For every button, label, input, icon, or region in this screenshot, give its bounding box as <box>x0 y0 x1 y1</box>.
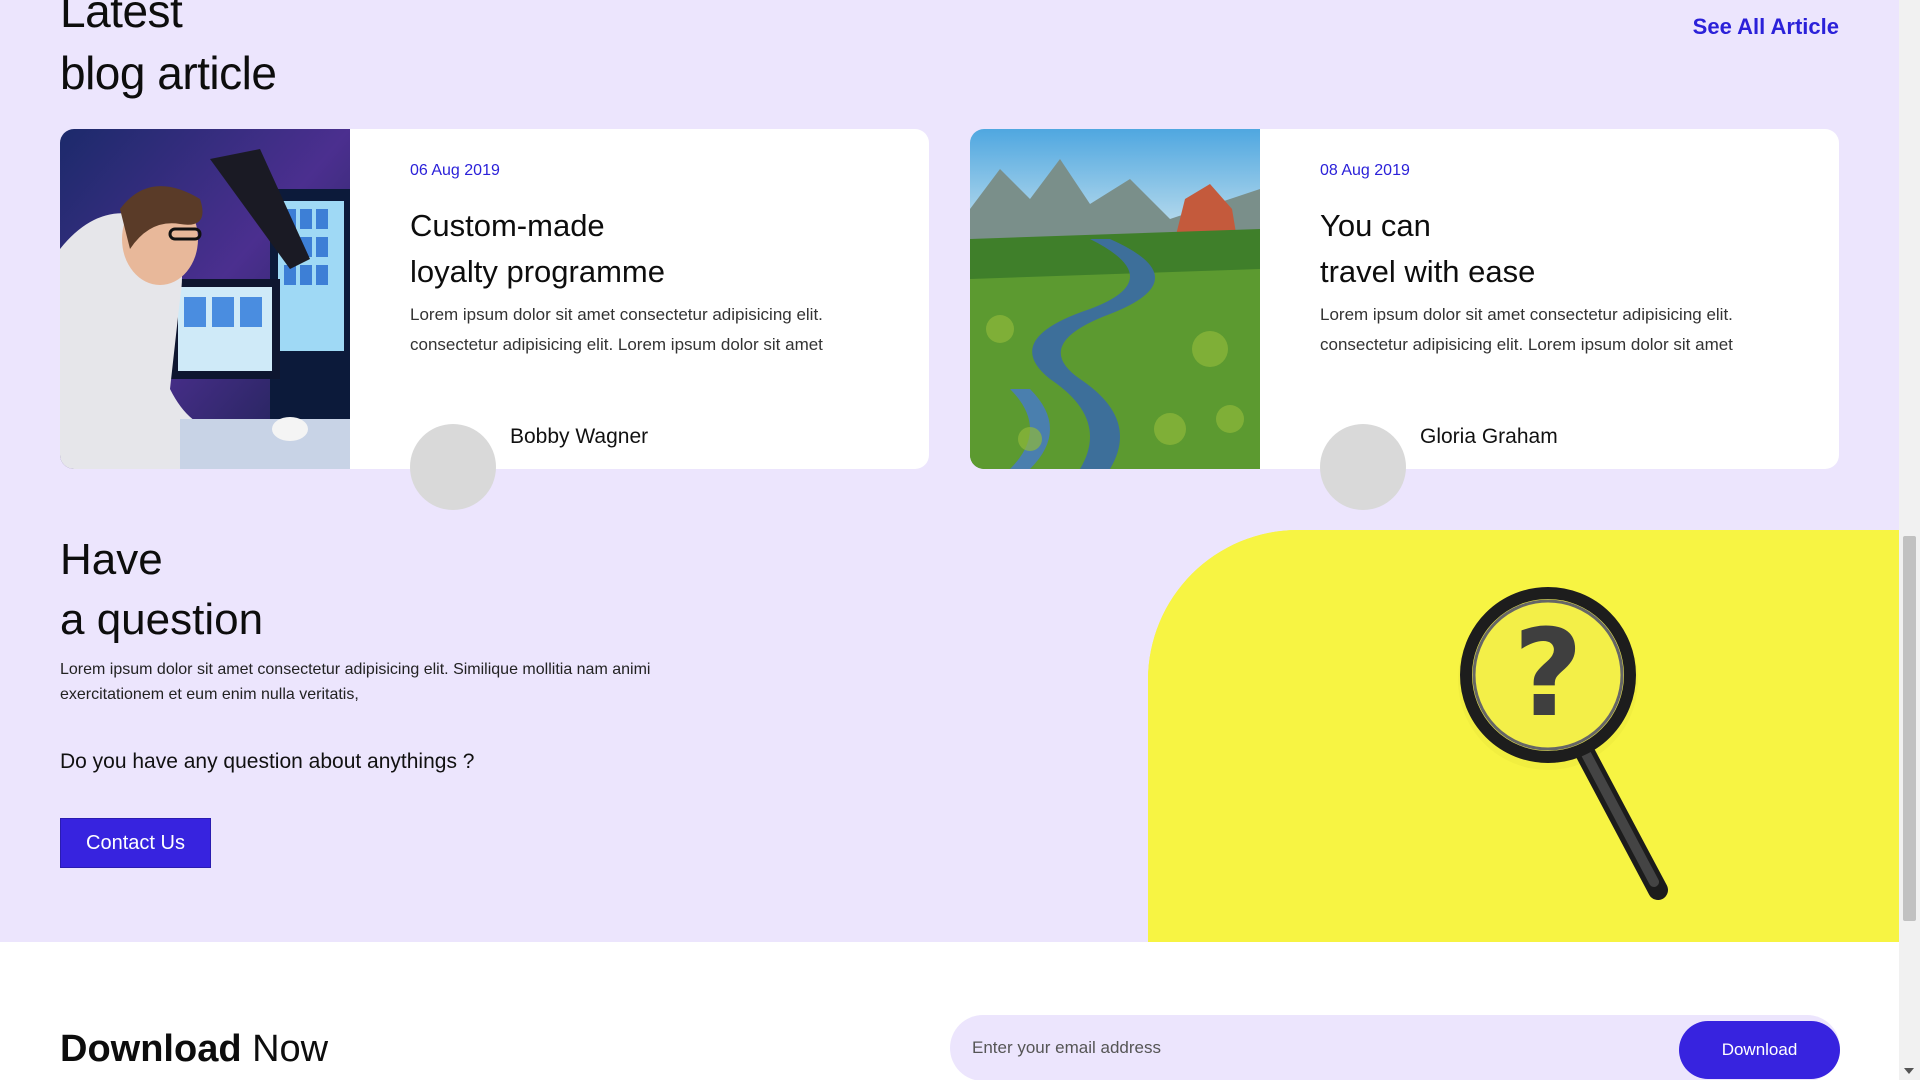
svg-text:?: ? <box>1513 605 1583 744</box>
question-prompt: Do you have any question about anythings… <box>60 750 475 773</box>
blog-heading: Latest blog article <box>60 0 277 99</box>
magnifier-question-icon: ? <box>1148 530 1899 942</box>
question-description: Lorem ipsum dolor sit amet consectetur a… <box>60 661 651 703</box>
blog-card-title[interactable]: You can travel with ease <box>1320 203 1800 295</box>
blog-card-date: 06 Aug 2019 <box>410 162 500 179</box>
see-all-articles-link[interactable]: See All Article <box>1693 14 1839 40</box>
author-avatar <box>410 424 496 510</box>
author-name: Bobby Wagner <box>510 425 649 448</box>
blog-section: Latest blog article See All Article 06 A… <box>0 0 1899 942</box>
scrollbar-thumb[interactable] <box>1903 536 1916 921</box>
download-button[interactable]: Download <box>1679 1021 1840 1079</box>
contact-us-button[interactable]: Contact Us <box>60 818 211 868</box>
blog-card[interactable]: 08 Aug 2019 You can travel with ease Lor… <box>970 129 1839 510</box>
blog-card-date: 08 Aug 2019 <box>1320 162 1410 179</box>
scroll-down-arrow-icon[interactable] <box>1904 1068 1914 1074</box>
author-avatar <box>1320 424 1406 510</box>
page: Latest blog article See All Article 06 A… <box>0 0 1899 1080</box>
author-name: Gloria Graham <box>1420 425 1558 448</box>
email-form: Download <box>950 1015 1840 1080</box>
river-landscape-photo-icon <box>970 129 1260 469</box>
question-heading: Have a question <box>60 535 264 644</box>
blog-card[interactable]: 06 Aug 2019 Custom-made loyalty programm… <box>60 129 929 510</box>
blog-card-excerpt: Lorem ipsum dolor sit amet consectetur a… <box>410 305 823 354</box>
download-heading-bold: Download <box>60 1028 242 1070</box>
blog-card-title[interactable]: Custom-made loyalty programme <box>410 203 890 295</box>
question-image: ? <box>1148 530 1899 942</box>
blog-card-excerpt: Lorem ipsum dolor sit amet consectetur a… <box>1320 305 1733 354</box>
email-input[interactable] <box>972 1015 1612 1080</box>
blog-card-image <box>970 129 1260 469</box>
blog-card-image <box>60 129 350 469</box>
page-scrollbar[interactable] <box>1899 0 1920 1080</box>
download-heading: Download Now <box>60 1028 328 1071</box>
download-section: Download Now Download <box>0 942 1899 1080</box>
download-heading-light: Now <box>252 1028 329 1070</box>
office-monitor-photo-icon <box>60 129 350 469</box>
